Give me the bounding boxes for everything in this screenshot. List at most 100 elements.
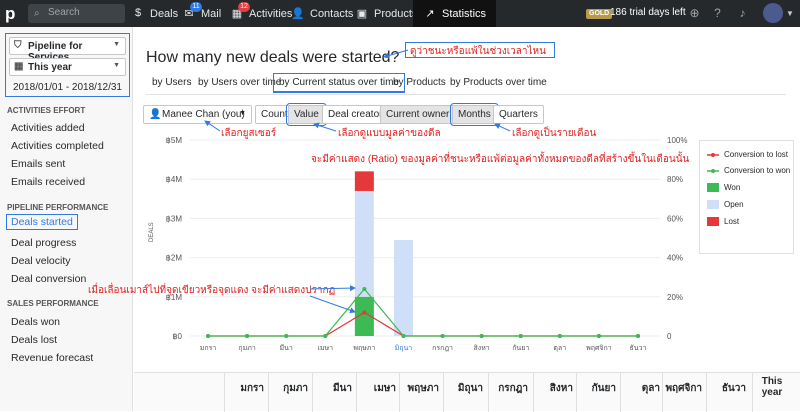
chart-icon: ↗ [425,7,435,20]
table-header-cell[interactable]: เมษา [358,381,396,396]
section-pipeline-performance: PIPELINE PERFORMANCE [7,203,109,212]
help-icon[interactable]: ? [710,6,725,21]
sidebar-item-deal-velocity[interactable]: Deal velocity [11,255,71,267]
sidebar: ⛉ Pipeline for Services ▼ ▦ This year ▼ … [0,27,133,411]
column-divider [620,373,621,412]
tab-divider [146,94,786,95]
sidebar-item-deals-won[interactable]: Deals won [11,316,60,328]
chevron-down-icon: ▼ [239,110,246,117]
sidebar-item-deal-progress[interactable]: Deal progress [11,237,76,249]
add-icon[interactable]: ⊕ [687,6,702,21]
filter-icon: ⛉ [14,40,22,51]
column-divider [576,373,577,412]
section-sales-performance: SALES PERFORMANCE [7,299,99,308]
won-swatch-icon [707,183,719,193]
table-header-cell[interactable]: พฤษภา [401,381,439,396]
column-divider [533,373,534,412]
tab-by-users[interactable]: by Users [152,77,191,88]
table-header-cell[interactable]: มีนา [314,381,352,396]
annotation-value-note: เลือกดูแบบมูลค่าของดีล [338,128,441,139]
activities-badge: 12 [238,1,250,12]
table-header-cell[interactable]: ธันวา [708,381,746,396]
section-activities-effort: ACTIVITIES EFFORT [7,106,86,115]
nav-products[interactable]: ▣ Products [355,0,418,27]
notification-bell-icon[interactable]: ♪ [735,6,750,21]
legend-won[interactable]: Won [707,183,740,193]
table-header-cell[interactable]: สิงหา [535,381,573,396]
table-header-cell[interactable]: This year [757,376,787,398]
user-select[interactable]: 👤 Manee Chan (you) ▼ [143,105,252,124]
table-header-cell[interactable]: กรกฎา [490,381,528,396]
calendar-icon: ▦ [14,61,24,72]
nav-statistics[interactable]: ↗ Statistics [413,0,497,27]
sidebar-item-deals-lost[interactable]: Deals lost [11,334,57,346]
dollar-icon: $ [134,6,142,19]
mail-icon: ✉ 11 [182,1,202,21]
user-avatar[interactable] [763,3,783,23]
column-divider [224,373,225,412]
value-button[interactable]: Value [286,103,327,126]
open-swatch-icon [707,200,719,210]
nav-mail[interactable]: ✉ 11 Mail [182,0,221,27]
column-divider [268,373,269,412]
user-icon: 👤 [149,109,162,120]
quarters-button[interactable]: Quarters [493,105,544,124]
column-divider [356,373,357,412]
data-table-header: มกรา กุมภา มีนา เมษา พฤษภา มิถุนา กรกฎา สิงหา กั… [134,372,800,412]
deal-creator-button[interactable]: Deal creator [322,105,389,124]
annotation-ratio-note: จะมีค่าแสดง (Ratio) ของมูลค่าที่ชนะหรือแ… [311,154,690,165]
sidebar-item-activities-added[interactable]: Activities added [11,122,85,134]
table-header-cell[interactable]: มิถุนา [445,381,483,396]
green-line-marker-icon [707,168,719,173]
sidebar-item-emails-received[interactable]: Emails received [11,176,85,188]
date-range: 2018/01/01 - 2018/12/31 [13,82,122,93]
column-divider [312,373,313,412]
filter-box: ⛉ Pipeline for Services ▼ ▦ This year ▼ … [5,33,130,97]
pipeline-select[interactable]: ⛉ Pipeline for Services ▼ [9,37,126,63]
sidebar-item-revenue-forecast[interactable]: Revenue forecast [11,352,93,364]
tab-by-products[interactable]: by Products [393,77,446,88]
main-content: How many new deals were started? by User… [134,27,800,411]
top-navigation-bar: p ⌕ Search $ Deals ✉ 11 Mail ▦ 12 Activiti… [0,0,800,27]
table-header-cell[interactable]: กุมภา [270,381,308,396]
chevron-down-icon[interactable]: ▼ [786,9,794,18]
annotation-user-note: เลือกยูสเซอร์ [221,128,277,139]
red-line-marker-icon [707,152,719,157]
search-input[interactable]: ⌕ Search [28,4,125,23]
table-header-cell[interactable]: กันยา [578,381,616,396]
mail-badge: 11 [190,1,202,12]
table-header-cell[interactable]: มกรา [226,381,264,396]
legend-conversion-to-won[interactable]: Conversion to won [707,166,790,175]
sidebar-item-deals-started[interactable]: Deals started [6,214,78,230]
chart-legend: Conversion to lost Conversion to won Won… [699,140,794,254]
box-icon: ▣ [356,7,368,20]
column-divider [662,373,663,412]
column-divider [443,373,444,412]
table-header-cell[interactable]: ตุลา [622,381,660,396]
legend-open[interactable]: Open [707,200,744,210]
legend-conversion-to-lost[interactable]: Conversion to lost [707,150,788,159]
table-header-cell[interactable]: พฤศจิกา [664,381,702,396]
column-divider [752,373,753,412]
sidebar-item-deal-conversion[interactable]: Deal conversion [11,273,86,285]
column-divider [488,373,489,412]
legend-lost[interactable]: Lost [707,217,739,227]
gold-plan-badge: GOLD [586,9,613,19]
tab-by-current-status-over-time[interactable]: by Current status over time [273,73,406,93]
months-button[interactable]: Months [450,103,499,126]
period-select[interactable]: ▦ This year ▼ [9,58,126,76]
nav-contacts[interactable]: 👤 Contacts [291,0,353,27]
sidebar-item-emails-sent[interactable]: Emails sent [11,158,65,170]
contacts-icon: 👤 [291,7,305,20]
current-owner-button[interactable]: Current owner [380,105,456,124]
trial-days-text[interactable]: 186 trial days left [610,7,686,18]
calendar-icon: ▦ 12 [230,1,250,21]
nav-deals[interactable]: $ Deals [131,0,178,27]
sidebar-item-activities-completed[interactable]: Activities completed [11,140,104,152]
page-title: How many new deals were started? [146,49,400,66]
tab-by-products-over-time[interactable]: by Products over time [450,77,547,88]
tab-by-users-over-time[interactable]: by Users over time [198,77,281,88]
pipedrive-logo[interactable]: p [5,4,23,23]
nav-activities[interactable]: ▦ 12 Activities [230,0,292,27]
chevron-down-icon: ▼ [113,41,120,48]
